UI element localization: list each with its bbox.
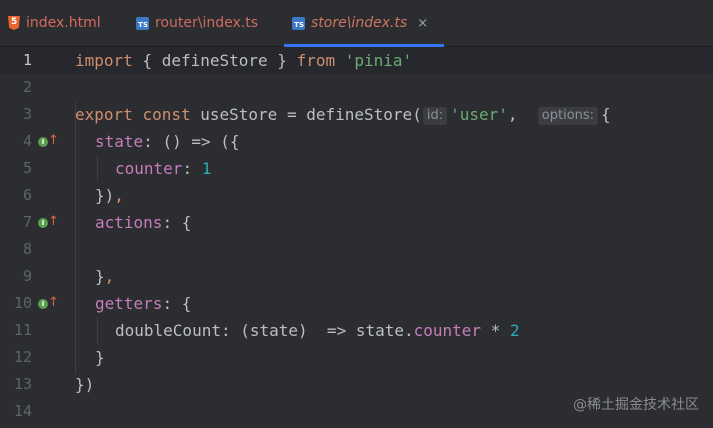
parameter-hint-options: options: bbox=[537, 107, 599, 125]
arrow-up-icon: ↑ bbox=[48, 214, 59, 229]
typescript-icon: TS bbox=[292, 16, 305, 30]
code-editor: index.html TS router\index.ts TS store\i… bbox=[0, 0, 713, 428]
code-line-9: }, bbox=[95, 267, 115, 286]
tab-router-index-ts[interactable]: TS router\index.ts bbox=[128, 0, 284, 46]
code-line-11: doubleCount: (state) => state.counter * … bbox=[115, 321, 520, 340]
line-number: 10 bbox=[13, 294, 32, 312]
watermark: @稀土掘金技术社区 bbox=[573, 397, 699, 413]
editor-tab-bar: index.html TS router\index.ts TS store\i… bbox=[0, 0, 713, 47]
tab-index-html[interactable]: index.html bbox=[0, 0, 128, 46]
line-number: 5 bbox=[22, 159, 32, 177]
indent-guide bbox=[75, 102, 76, 374]
code-line-12: } bbox=[95, 348, 105, 367]
implemented-marker-icon[interactable]: I ↑ bbox=[38, 214, 59, 229]
line-number: 1 bbox=[22, 51, 32, 69]
code-line-10: getters: { bbox=[95, 294, 192, 313]
line-number: 14 bbox=[13, 402, 32, 420]
line-number: 3 bbox=[22, 105, 32, 123]
line-number: 6 bbox=[22, 186, 32, 204]
indent-guide bbox=[97, 317, 98, 344]
code-line-6: }), bbox=[95, 186, 124, 205]
tab-label: index.html bbox=[26, 15, 101, 31]
code-line-1: import { defineStore } from 'pinia' bbox=[75, 51, 413, 70]
arrow-up-icon: ↑ bbox=[48, 133, 59, 148]
html5-icon bbox=[8, 16, 20, 30]
indent-guide bbox=[97, 155, 98, 182]
close-tab-icon[interactable]: × bbox=[417, 16, 428, 31]
tab-store-index-ts[interactable]: TS store\index.ts × bbox=[284, 0, 444, 47]
gutter: 1 2 3 4 5 6 7 8 9 10 11 12 13 14 I ↑ I ↑… bbox=[0, 47, 70, 428]
line-number: 2 bbox=[22, 78, 32, 96]
tab-label: router\index.ts bbox=[155, 15, 258, 31]
code-line-3: export const useStore = defineStore(id: '… bbox=[75, 105, 611, 125]
code-line-13: }) bbox=[75, 375, 95, 394]
line-number: 4 bbox=[22, 132, 32, 150]
typescript-icon: TS bbox=[136, 16, 149, 30]
parameter-hint-id: id: bbox=[422, 107, 448, 125]
line-number: 9 bbox=[22, 267, 32, 285]
implemented-marker-icon[interactable]: I ↑ bbox=[38, 295, 59, 310]
line-number: 8 bbox=[22, 240, 32, 258]
code-line-4: state: () => ({ bbox=[95, 132, 240, 151]
implemented-marker-icon[interactable]: I ↑ bbox=[38, 133, 59, 148]
line-number: 7 bbox=[22, 213, 32, 231]
line-number: 13 bbox=[13, 375, 32, 393]
code-line-5: counter: 1 bbox=[115, 159, 212, 178]
arrow-up-icon: ↑ bbox=[48, 295, 59, 310]
line-number: 11 bbox=[13, 321, 32, 339]
line-number: 12 bbox=[13, 348, 32, 366]
tab-label: store\index.ts bbox=[311, 15, 408, 31]
code-line-7: actions: { bbox=[95, 213, 192, 232]
